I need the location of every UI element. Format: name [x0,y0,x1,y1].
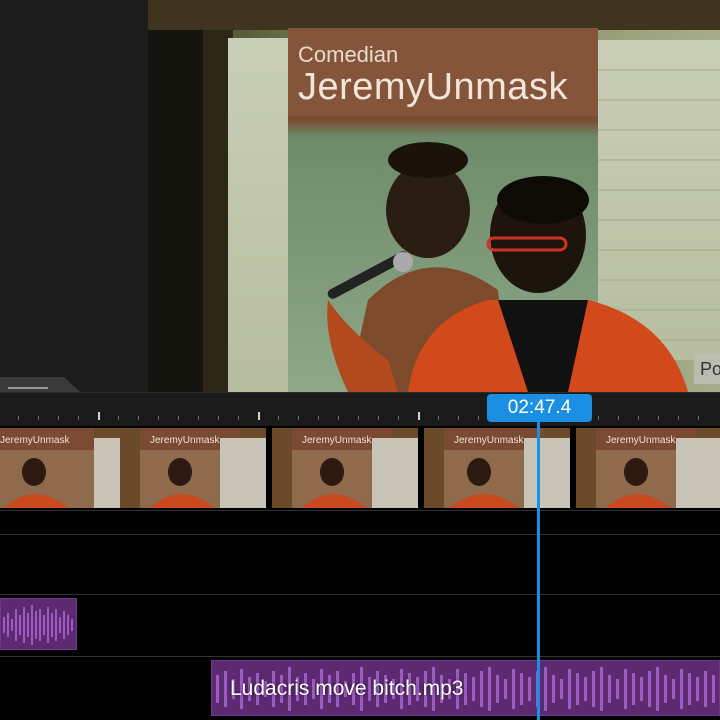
video-thumbnail: JeremyUnmask [0,428,120,508]
ruler-tick [278,416,279,420]
ruler-tick [338,416,339,420]
ruler-tick [478,416,479,420]
ruler-tick [118,416,119,420]
track-divider [0,534,720,535]
ruler-tick [398,416,399,420]
ruler-tick [318,416,319,420]
ruler-tick [618,416,619,420]
thumbnail-text: JeremyUnmask [0,435,70,446]
video-frame[interactable]: Comedian JeremyUnmask Po [148,0,720,392]
ruler-tick [38,416,39,420]
ruler-tick [358,416,359,420]
playhead[interactable] [537,420,540,720]
ruler-tick [638,416,639,420]
ruler-tick [78,416,79,420]
ruler-tick [198,416,199,420]
timeline-tracks[interactable]: JeremyUnmask JeremyUnmask JeremyUnmask J… [0,426,720,720]
ruler-tick [98,412,100,420]
video-thumbnail: JeremyUnmask [576,428,720,508]
ruler-tick [58,416,59,420]
ruler-tick [178,416,179,420]
ruler-tick [218,416,219,420]
video-track[interactable]: JeremyUnmask JeremyUnmask JeremyUnmask J… [0,428,720,508]
thumbnail-text: JeremyUnmask [302,435,372,446]
ruler-tick [678,416,679,420]
ruler-tick [238,416,239,420]
audio-clip[interactable]: Ludacris move bitch.mp3 [211,660,720,716]
video-frame-image [148,0,720,392]
ruler-tick [458,416,459,420]
video-thumbnail: JeremyUnmask [424,428,570,508]
thumbnail-text: JeremyUnmask [454,435,524,446]
ruler-tick [138,416,139,420]
playhead-time-label: 02:47.4 [487,394,592,422]
banner-title: JeremyUnmask [298,66,568,108]
thumbnail-text: JeremyUnmask [606,435,676,446]
timeline-ruler[interactable] [0,392,720,426]
partial-overlay-label: Po [694,354,720,384]
ruler-tick [298,416,299,420]
ruler-tick [698,416,699,420]
audio-clip[interactable] [0,598,77,650]
track-divider [0,656,720,657]
preview-left-panel [0,0,148,392]
thumbnail-text: JeremyUnmask [150,435,220,446]
ruler-tick [18,416,19,420]
ruler-tick [258,412,260,420]
ruler-tick [598,416,599,420]
audio-clip-name: Ludacris move bitch.mp3 [230,677,464,700]
ruler-tick [438,416,439,420]
video-thumbnail: JeremyUnmask [120,428,266,508]
track-divider [0,594,720,595]
track-divider [0,510,720,511]
ruler-tick [418,412,420,420]
banner-subtitle: Comedian [298,42,399,67]
audio-waveform [3,605,73,645]
video-preview: Comedian JeremyUnmask Po [0,0,720,407]
ruler-tick [378,416,379,420]
ruler-tick [658,416,659,420]
ruler-tick [158,416,159,420]
video-thumbnail: JeremyUnmask [272,428,418,508]
